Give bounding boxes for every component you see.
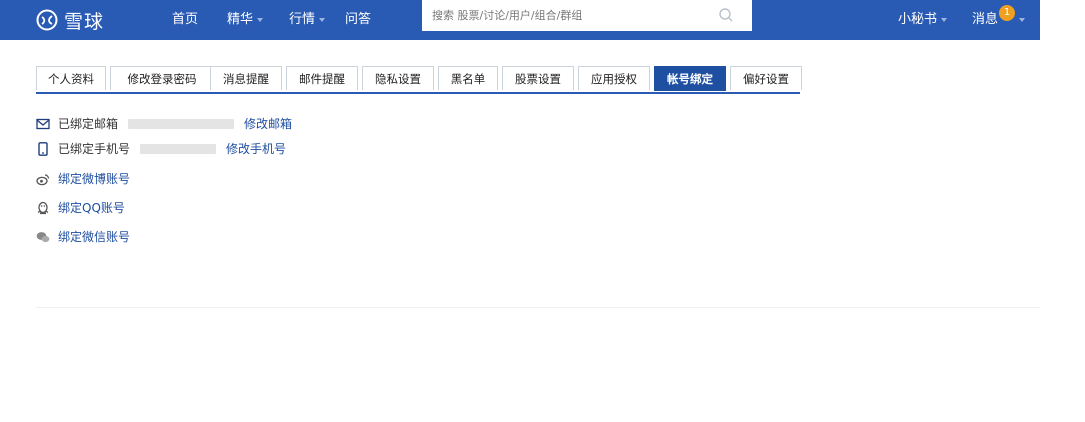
phone-bound-label: 已绑定手机号 [58,142,131,156]
phone-binding-row: 已绑定手机号 修改手机号 [36,141,286,157]
nav-home[interactable]: 首页 [172,0,198,40]
chevron-down-icon [257,17,264,22]
weibo-icon [36,174,50,186]
mobile-phone-icon [38,142,48,156]
top-navigation-bar: 雪球 首页 精华 行情 问答 小秘书 消息1 [0,0,1040,40]
tab-notifications[interactable]: 消息提醒 [210,66,282,90]
user-menu[interactable]: 小秘书 [898,0,948,40]
envelope-icon [36,118,50,130]
content-divider [36,307,1040,308]
bind-weibo-link[interactable]: 绑定微博账号 [58,171,130,187]
nav-qa-label: 问答 [345,12,372,27]
messages-menu[interactable]: 消息 1 [972,0,1026,40]
masked-email-value [128,119,235,129]
wechat-icon [36,232,50,243]
chevron-down-icon [941,17,948,22]
change-email-link[interactable]: 修改邮箱 [244,116,292,132]
email-binding-row: 已绑定邮箱 修改邮箱 [36,116,292,132]
tab-change-password[interactable]: 修改登录密码 [110,66,214,90]
nav-featured-label: 精华 [227,12,254,27]
email-bound-label: 已绑定邮箱 [58,117,119,131]
nav-qa[interactable]: 问答 [345,0,371,40]
tab-privacy[interactable]: 隐私设置 [362,66,434,90]
bind-wechat-link[interactable]: 绑定微信账号 [58,229,130,245]
settings-tabs: 个人资料 修改登录密码 消息提醒 邮件提醒 隐私设置 黑名单 股票设置 应用授权… [36,66,802,94]
nav-home-label: 首页 [172,12,199,27]
change-phone-link[interactable]: 修改手机号 [226,141,286,157]
bind-qq-link[interactable]: 绑定QQ账号 [58,200,125,216]
masked-phone-value [140,144,217,154]
chevron-down-icon [1019,17,1026,22]
tab-app-authorization[interactable]: 应用授权 [578,66,650,90]
messages-count-badge: 1 [999,5,1016,21]
logo-text: 雪球 [64,10,105,33]
tab-profile[interactable]: 个人资料 [36,66,106,90]
tab-blacklist[interactable]: 黑名单 [438,66,498,90]
tab-account-binding[interactable]: 帐号绑定 [654,66,726,91]
tab-preferences[interactable]: 偏好设置 [730,66,802,90]
snowball-logo-icon [36,9,58,31]
nav-market[interactable]: 行情 [289,0,326,40]
user-name: 小秘书 [898,12,938,27]
search-input[interactable] [422,0,712,31]
weibo-binding-row: 绑定微博账号 [36,171,130,187]
qq-binding-row: 绑定QQ账号 [36,200,125,216]
nav-featured[interactable]: 精华 [227,0,264,40]
site-logo[interactable]: 雪球 [36,6,104,34]
nav-market-label: 行情 [289,12,316,27]
search-icon[interactable] [718,7,734,23]
tab-email-notifications[interactable]: 邮件提醒 [286,66,358,90]
search-box [422,0,752,31]
tab-stock-settings[interactable]: 股票设置 [502,66,574,90]
qq-penguin-icon [37,201,49,215]
wechat-binding-row: 绑定微信账号 [36,229,130,245]
messages-label: 消息 [972,12,999,27]
chevron-down-icon [319,17,326,22]
